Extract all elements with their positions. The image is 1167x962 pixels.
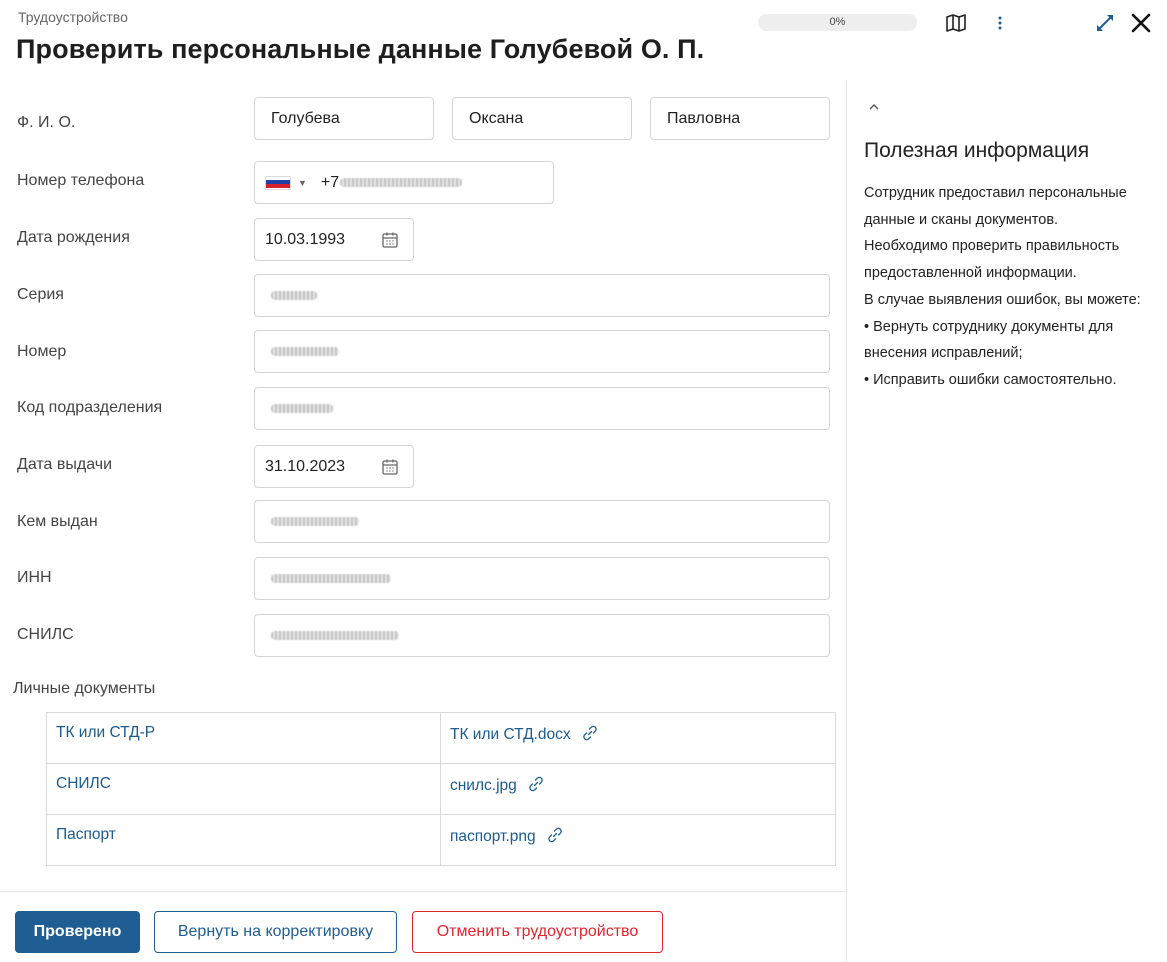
birth-date-label: Дата рождения bbox=[17, 229, 130, 246]
link-icon[interactable] bbox=[546, 826, 564, 844]
document-name[interactable]: ТК или СТД-Р bbox=[46, 712, 441, 764]
series-label: Серия bbox=[17, 286, 64, 303]
last-name-value: Голубева bbox=[271, 109, 340, 127]
documents-table: ТК или СТД-Р ТК или СТД.docx СНИЛС снилс… bbox=[46, 712, 836, 866]
calendar-icon[interactable] bbox=[381, 458, 399, 476]
table-row: СНИЛС снилс.jpg bbox=[46, 763, 836, 815]
issue-date-input[interactable]: 31.10.2023 bbox=[254, 445, 414, 488]
number-label: Номер bbox=[17, 343, 67, 360]
fio-label: Ф. И. О. bbox=[17, 114, 76, 131]
aside-line: предоставленной информации. bbox=[864, 265, 1077, 282]
page-title: Проверить персональные данные Голубевой … bbox=[16, 34, 705, 64]
phone-field[interactable]: ▼ +7 bbox=[254, 161, 554, 204]
inn-label: ИНН bbox=[17, 569, 52, 586]
chevron-down-icon[interactable]: ▼ bbox=[298, 178, 307, 188]
division-code-redacted bbox=[271, 404, 333, 413]
cancel-employment-button[interactable]: Отменить трудоустройство bbox=[412, 911, 663, 953]
russia-flag-icon[interactable] bbox=[265, 175, 291, 190]
issue-date-label: Дата выдачи bbox=[17, 456, 113, 473]
number-input[interactable] bbox=[254, 330, 830, 373]
aside-line: внесения исправлений; bbox=[864, 345, 1023, 362]
middle-name-input[interactable]: Павловна bbox=[650, 97, 830, 140]
birth-date-value: 10.03.1993 bbox=[265, 230, 346, 248]
progress-bar: 0% bbox=[758, 14, 917, 31]
more-vertical-icon[interactable] bbox=[990, 11, 1010, 35]
aside-line: Сотрудник предоставил персональные bbox=[864, 185, 1127, 201]
issued-by-label: Кем выдан bbox=[17, 513, 98, 530]
aside-text: Сотрудник предоставил персональные данны… bbox=[864, 180, 1164, 394]
map-icon[interactable] bbox=[944, 11, 968, 35]
document-file-cell: паспорт.png bbox=[440, 814, 836, 866]
document-file-cell: снилс.jpg bbox=[440, 763, 836, 815]
last-name-input[interactable]: Голубева bbox=[254, 97, 434, 140]
expand-icon[interactable] bbox=[1093, 11, 1117, 35]
snils-redacted bbox=[271, 631, 399, 640]
number-redacted bbox=[271, 347, 339, 356]
document-file-link[interactable]: паспорт.png bbox=[450, 828, 536, 845]
snils-label: СНИЛС bbox=[17, 626, 74, 643]
document-file-cell: ТК или СТД.docx bbox=[440, 712, 836, 764]
aside-title: Полезная информация bbox=[864, 139, 1090, 162]
link-icon[interactable] bbox=[581, 724, 599, 742]
inn-input[interactable] bbox=[254, 557, 830, 600]
phone-prefix: +7 bbox=[320, 173, 340, 191]
aside-line: • Вернуть сотруднику документы для bbox=[864, 318, 1114, 335]
birth-date-input[interactable]: 10.03.1993 bbox=[254, 218, 414, 261]
table-row: Паспорт паспорт.png bbox=[46, 814, 836, 866]
aside-line: Необходимо проверить правильность bbox=[864, 238, 1120, 255]
middle-name-value: Павловна bbox=[667, 109, 741, 127]
division-code-input[interactable] bbox=[254, 387, 830, 430]
calendar-icon[interactable] bbox=[381, 231, 399, 249]
link-icon[interactable] bbox=[527, 775, 545, 793]
inn-redacted bbox=[271, 574, 391, 583]
documents-label: Личные документы bbox=[13, 680, 156, 697]
aside-line: В случае выявления ошибок, вы можете: bbox=[864, 291, 1141, 308]
aside-line: • Исправить ошибки самостоятельно. bbox=[864, 371, 1117, 388]
verified-button[interactable]: Проверено bbox=[15, 911, 140, 953]
footer-divider bbox=[0, 891, 846, 892]
document-name[interactable]: Паспорт bbox=[46, 814, 441, 866]
chevron-up-icon[interactable] bbox=[868, 98, 880, 114]
return-for-correction-button[interactable]: Вернуть на корректировку bbox=[154, 911, 397, 953]
snils-input[interactable] bbox=[254, 614, 830, 657]
series-redacted bbox=[271, 291, 317, 300]
document-file-link[interactable]: ТК или СТД.docx bbox=[450, 726, 571, 743]
division-code-label: Код подразделения bbox=[17, 399, 163, 416]
breadcrumb[interactable]: Трудоустройство bbox=[18, 9, 128, 25]
phone-label: Номер телефона bbox=[17, 172, 145, 189]
panel-divider bbox=[846, 80, 847, 962]
document-name[interactable]: СНИЛС bbox=[46, 763, 441, 815]
issued-by-input[interactable] bbox=[254, 500, 830, 543]
issued-by-redacted bbox=[271, 517, 359, 526]
first-name-value: Оксана bbox=[469, 109, 524, 127]
series-input[interactable] bbox=[254, 274, 830, 317]
table-row: ТК или СТД-Р ТК или СТД.docx bbox=[46, 712, 836, 764]
progress-label: 0% bbox=[829, 16, 846, 28]
first-name-input[interactable]: Оксана bbox=[452, 97, 632, 140]
document-file-link[interactable]: снилс.jpg bbox=[450, 777, 517, 794]
phone-redacted bbox=[340, 178, 463, 187]
aside-line: данные и сканы документов. bbox=[864, 211, 1059, 228]
issue-date-value: 31.10.2023 bbox=[265, 457, 346, 475]
close-icon[interactable] bbox=[1127, 9, 1155, 37]
